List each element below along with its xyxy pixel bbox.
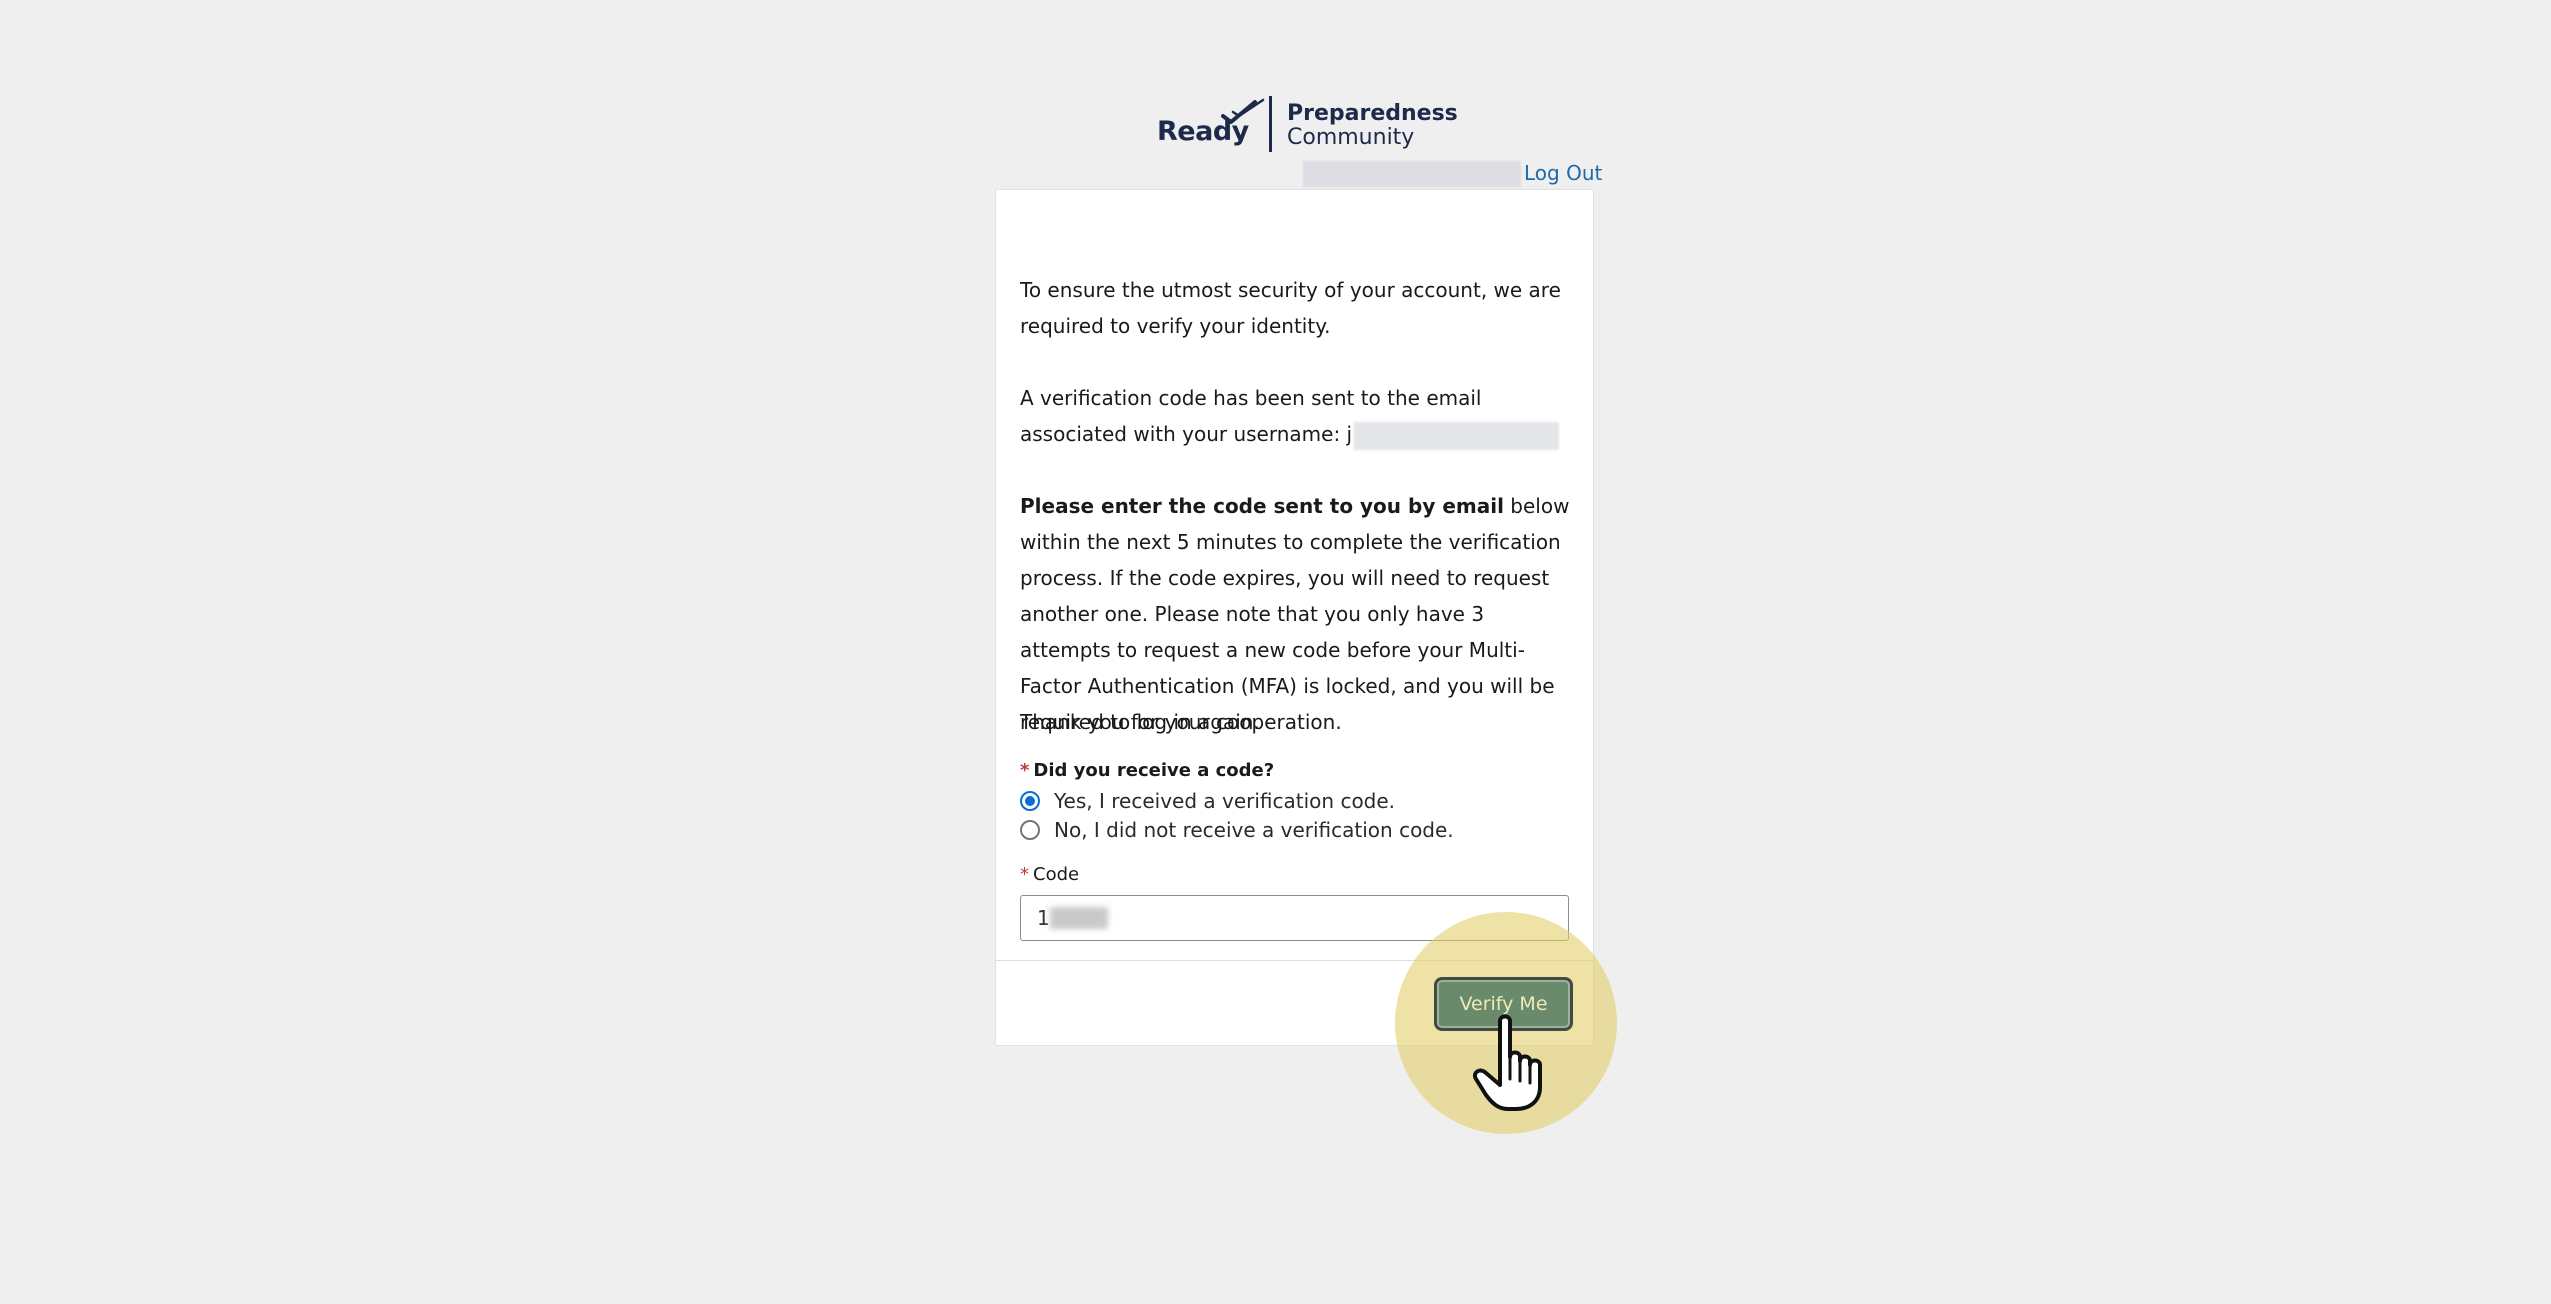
username-email-redacted (1354, 421, 1560, 450)
instructions-rest: below within the next 5 minutes to compl… (1020, 494, 1570, 734)
instructions-text: Please enter the code sent to you by ema… (1020, 488, 1572, 740)
username-redacted (1303, 161, 1521, 187)
radio-button-no[interactable] (1020, 820, 1040, 840)
required-mark: * (1020, 864, 1029, 885)
logo-preparedness-text: Preparedness (1287, 101, 1458, 126)
question-label: Did you receive a code? (1033, 760, 1275, 781)
radio-label-yes: Yes, I received a verification code. (1054, 789, 1396, 813)
code-label-text: Code (1033, 864, 1080, 885)
logo-community-text: Community (1287, 125, 1415, 150)
radio-option-yes[interactable]: Yes, I received a verification code. (1020, 789, 1395, 813)
security-intro-text: To ensure the utmost security of your ac… (1020, 278, 1561, 338)
checkmark-icon (1221, 98, 1265, 124)
radio-button-yes[interactable] (1020, 791, 1040, 811)
code-received-question: * Did you receive a code? (1020, 760, 1274, 781)
email-sent-text: A verification code has been sent to the… (1020, 380, 1572, 452)
logout-link[interactable]: Log Out (1524, 161, 1602, 185)
thank-you-text: Thank you for your cooperation. (1020, 710, 1342, 734)
required-mark: * (1020, 760, 1030, 781)
code-value-prefix: 1 (1037, 906, 1050, 930)
logo-divider (1269, 96, 1272, 152)
code-value-redacted (1049, 907, 1108, 929)
verify-me-button[interactable]: Verify Me (1434, 977, 1573, 1031)
code-field-label: * Code (1020, 864, 1079, 885)
radio-option-no[interactable]: No, I did not receive a verification cod… (1020, 818, 1454, 842)
radio-label-no: No, I did not receive a verification cod… (1054, 818, 1454, 842)
ready-preparedness-logo: Ready Preparedness Community (1157, 96, 1458, 154)
instructions-bold: Please enter the code sent to you by ema… (1020, 494, 1504, 518)
